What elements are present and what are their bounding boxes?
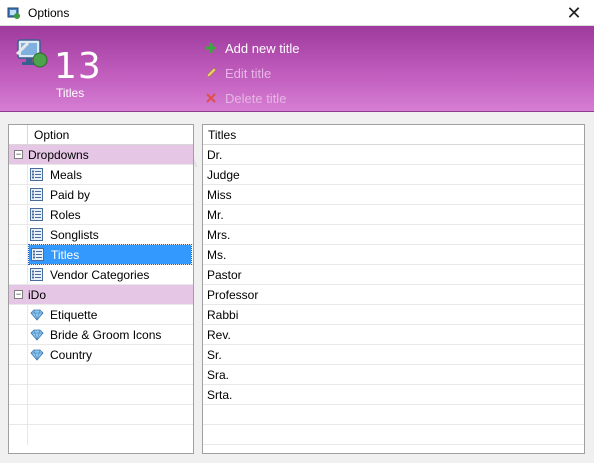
list-icon: [30, 228, 44, 242]
title-row[interactable]: Sr.: [203, 345, 584, 365]
header-banner: 13 Titles Add new title Edit title Delet…: [0, 26, 594, 112]
monitor-settings-icon: [15, 39, 48, 68]
diamond-icon: [30, 348, 44, 362]
plus-icon: [204, 41, 218, 55]
title-cell: Dr.: [207, 147, 223, 162]
tree-item-country[interactable]: Country: [9, 345, 193, 365]
tree-item-label: Etiquette: [50, 307, 98, 322]
tree-item-label: Songlists: [50, 227, 99, 242]
window-titlebar: Options ✕: [0, 0, 594, 26]
title-row[interactable]: Mr.: [203, 205, 584, 225]
edit-title-button[interactable]: Edit title: [204, 61, 299, 85]
tree-item-label: Vendor Categories: [50, 267, 150, 282]
tree-item-label: Roles: [50, 207, 81, 222]
tree-item-label: Bride & Groom Icons: [50, 327, 162, 342]
tree-item-label: Meals: [50, 167, 83, 182]
option-tree-panel: Option − Dropdowns Meals Paid by Roles S…: [8, 124, 194, 454]
empty-row: [9, 365, 193, 385]
tree-item-bride-groom-icons[interactable]: Bride & Groom Icons: [9, 325, 193, 345]
close-button[interactable]: ✕: [554, 0, 594, 26]
list-icon: [31, 248, 45, 262]
title-cell: Mrs.: [207, 227, 231, 242]
empty-row: [9, 405, 193, 425]
close-icon: ✕: [566, 2, 582, 23]
title-cell: Sr.: [207, 347, 222, 362]
tree-item-vendor-categories[interactable]: Vendor Categories: [9, 265, 193, 285]
title-row[interactable]: Miss: [203, 185, 584, 205]
window-title: Options: [28, 5, 70, 20]
title-cell: Rev.: [207, 327, 231, 342]
diamond-icon: [30, 308, 44, 322]
add-title-button[interactable]: Add new title: [204, 36, 299, 60]
title-row[interactable]: Sra.: [203, 365, 584, 385]
title-row[interactable]: Dr.: [203, 145, 584, 165]
title-cell: Pastor: [207, 267, 242, 282]
tree-item-titles[interactable]: Titles: [9, 244, 193, 265]
title-count-label: Titles: [56, 86, 85, 100]
delete-title-label: Delete title: [225, 90, 287, 106]
list-icon: [30, 188, 44, 202]
group-label: Dropdowns: [28, 147, 89, 162]
title-row[interactable]: Judge: [203, 165, 584, 185]
title-row[interactable]: Pastor: [203, 265, 584, 285]
list-icon: [30, 168, 44, 182]
title-cell: Ms.: [207, 247, 227, 262]
action-list: Add new title Edit title Delete title: [204, 36, 299, 111]
tree-item-songlists[interactable]: Songlists: [9, 225, 193, 245]
tree-item-paid-by[interactable]: Paid by: [9, 185, 193, 205]
title-cell: Rabbi: [207, 307, 239, 322]
group-ido[interactable]: − iDo: [9, 285, 193, 305]
diamond-icon: [30, 328, 44, 342]
empty-row: [203, 425, 584, 445]
tree-item-label: Paid by: [50, 187, 91, 202]
group-label: iDo: [28, 287, 47, 302]
tree-item-label: Country: [50, 347, 93, 362]
titles-column-header[interactable]: Titles: [203, 125, 584, 145]
title-cell: Srta.: [207, 387, 233, 402]
options-app-icon: [7, 7, 20, 19]
tree-item-roles[interactable]: Roles: [9, 205, 193, 225]
title-count: 13: [54, 46, 102, 87]
edit-title-label: Edit title: [225, 65, 272, 81]
option-column-header[interactable]: Option: [9, 125, 193, 145]
tree-item-meals[interactable]: Meals: [9, 165, 193, 185]
titles-rows: Dr. Judge Miss Mr. Mrs. Ms. Pastor Professor Rab…: [203, 145, 584, 445]
empty-row: [9, 385, 193, 405]
title-row[interactable]: Professor: [203, 285, 584, 305]
title-row[interactable]: Mrs.: [203, 225, 584, 245]
title-cell: Professor: [207, 287, 259, 302]
delete-x-icon: [204, 91, 218, 105]
collapse-icon[interactable]: −: [14, 290, 23, 299]
list-icon: [30, 208, 44, 222]
title-cell: Miss: [207, 187, 232, 202]
title-cell: Sra.: [207, 367, 230, 382]
pencil-icon: [204, 66, 218, 80]
delete-title-button[interactable]: Delete title: [204, 86, 299, 110]
titles-column-label: Titles: [208, 127, 237, 142]
tree-item-etiquette[interactable]: Etiquette: [9, 305, 193, 325]
group-dropdowns[interactable]: − Dropdowns: [9, 145, 193, 165]
tree-item-label: Titles: [51, 247, 80, 262]
add-title-label: Add new title: [225, 40, 300, 56]
title-row[interactable]: Ms.: [203, 245, 584, 265]
titles-list-panel: Titles Dr. Judge Miss Mr. Mrs. Ms. Pastor Profe…: [202, 124, 585, 454]
option-column-label: Option: [34, 127, 70, 142]
collapse-icon[interactable]: −: [14, 150, 23, 159]
empty-row: [203, 405, 584, 425]
title-row[interactable]: Srta.: [203, 385, 584, 405]
title-cell: Mr.: [207, 207, 224, 222]
title-row[interactable]: Rabbi: [203, 305, 584, 325]
title-row[interactable]: Rev.: [203, 325, 584, 345]
empty-row: [9, 425, 193, 445]
title-cell: Judge: [207, 167, 240, 182]
list-icon: [30, 268, 44, 282]
